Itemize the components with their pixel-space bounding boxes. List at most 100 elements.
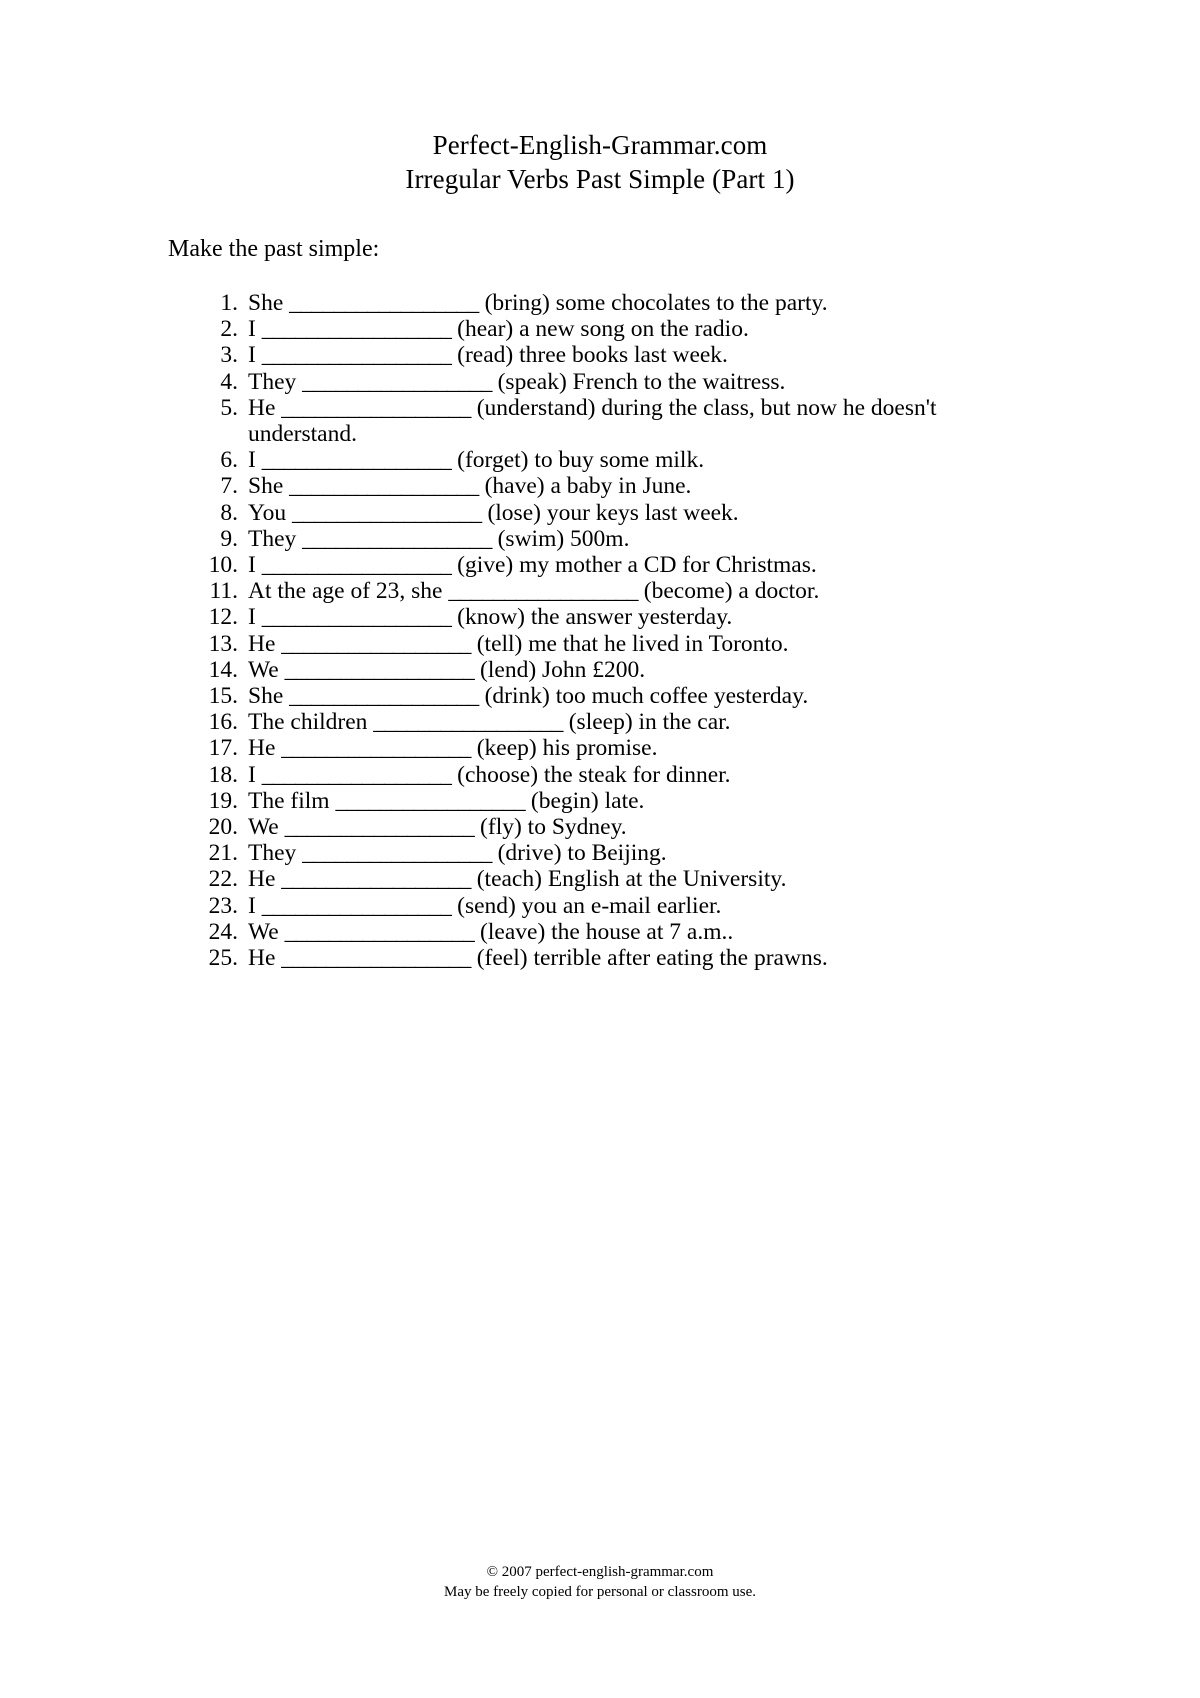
item-text: You _________________ (lose) your keys l… [248,500,1050,526]
answer-blank[interactable]: _________________ [285,919,475,945]
answer-blank[interactable]: _________________ [262,316,452,342]
item-text: She _________________ (bring) some choco… [248,290,1050,316]
item-text: They _________________ (drive) to Beijin… [248,840,1050,866]
item-number: 7. [220,473,238,500]
item-prompt: (teach) English at the University. [470,866,787,893]
item-text: I _________________ (read) three books l… [248,342,1050,368]
item-text: I _________________ (send) you an e-mail… [248,893,1050,919]
item-subject: We [248,656,285,683]
exercise-item: 8. You _________________ (lose) your keys… [0,500,1200,526]
answer-blank[interactable]: _________________ [335,788,525,814]
answer-blank[interactable]: _________________ [281,631,471,657]
item-text: I _________________ (hear) a new song on… [248,316,1050,342]
document-header: Perfect-English-Grammar.com Irregular Ve… [0,0,1200,196]
answer-blank[interactable]: _________________ [262,552,452,578]
item-number: 20. [208,814,238,841]
item-number: 6. [220,447,238,474]
answer-blank[interactable]: _________________ [302,369,492,395]
item-text: She _________________ (drink) too much c… [248,683,1050,709]
answer-blank[interactable]: _________________ [289,290,479,316]
item-prompt: (forget) to buy some milk. [451,447,705,474]
answer-blank[interactable]: _________________ [262,447,452,473]
item-text: He _________________ (keep) his promise. [248,735,1050,761]
item-subject: I [248,552,262,579]
answer-blank[interactable]: _________________ [281,945,471,971]
item-subject: He [248,945,282,972]
item-text: We _________________ (fly) to Sydney. [248,814,1050,840]
exercise-item: 4. They _________________ (speak) French … [0,369,1200,395]
answer-blank[interactable]: _________________ [302,526,492,552]
answer-blank[interactable]: _________________ [262,762,452,788]
item-number: 22. [208,866,238,893]
item-subject: They [248,840,303,867]
item-prompt: (drink) too much coffee yesterday. [478,683,809,710]
item-number: 2. [220,316,238,343]
item-subject: He [248,735,282,762]
item-text: They _________________ (speak) French to… [248,369,1050,395]
item-subject: We [248,918,285,945]
item-subject: He [248,394,282,421]
item-text: I _________________ (know) the answer ye… [248,604,1050,630]
item-number: 5. [220,394,238,421]
item-prompt: (begin) late. [525,787,645,814]
answer-blank[interactable]: _________________ [302,840,492,866]
item-number: 21. [208,840,238,867]
item-prompt: (become) a doctor. [637,578,820,605]
answer-blank[interactable]: _________________ [281,866,471,892]
item-number: 9. [220,525,238,552]
answer-blank[interactable]: _________________ [289,683,479,709]
item-prompt: (feel) terrible after eating the prawns. [470,945,828,972]
item-prompt: (know) the answer yesterday. [451,604,733,631]
answer-blank[interactable]: _________________ [373,709,563,735]
answer-blank[interactable]: _________________ [262,604,452,630]
item-text: The children _________________ (sleep) i… [248,709,1050,735]
item-text: I _________________ (choose) the steak f… [248,762,1050,788]
item-subject: They [248,368,303,395]
item-text: We _________________ (lend) John £200. [248,657,1050,683]
item-subject: You [248,499,292,526]
answer-blank[interactable]: _________________ [285,657,475,683]
item-subject: The film [248,787,336,814]
item-subject: He [248,866,282,893]
item-number: 8. [220,499,238,526]
item-subject: He [248,630,282,657]
answer-blank[interactable]: _________________ [292,500,482,526]
item-text: He _________________ (feel) terrible aft… [248,945,1050,971]
item-number: 24. [208,918,238,945]
item-prompt: (lose) your keys last week. [481,499,739,526]
exercise-item: 9. They _________________ (swim) 500m. [0,526,1200,552]
exercise-item: 13. He _________________ (tell) me that h… [0,631,1200,657]
answer-blank[interactable]: _________________ [281,395,471,421]
item-number: 13. [208,630,238,657]
answer-blank[interactable]: _________________ [281,735,471,761]
exercise-item: 23. I _________________ (send) you an e-m… [0,893,1200,919]
exercise-item: 21. They _________________ (drive) to Bei… [0,840,1200,866]
item-prompt: (fly) to Sydney. [474,814,627,841]
item-prompt: (speak) French to the waitress. [491,368,786,395]
worksheet-title: Irregular Verbs Past Simple (Part 1) [405,164,795,194]
exercise-item: 19. The film _________________ (begin) la… [0,788,1200,814]
answer-blank[interactable]: _________________ [448,578,638,604]
answer-blank[interactable]: _________________ [262,342,452,368]
item-prompt: (drive) to Beijing. [491,840,667,867]
exercise-item: 20. We _________________ (fly) to Sydney. [0,814,1200,840]
item-prompt: (tell) me that he lived in Toronto. [470,630,789,657]
item-subject: She [248,473,290,500]
copyright-notice: © 2007 perfect-english-grammar.com [486,1564,714,1580]
item-text: They _________________ (swim) 500m. [248,526,1050,552]
item-prompt: (swim) 500m. [491,525,630,552]
item-subject: She [248,683,290,710]
answer-blank[interactable]: _________________ [289,473,479,499]
answer-blank[interactable]: _________________ [262,893,452,919]
item-number: 10. [208,552,238,579]
exercise-item: 16. The children _________________ (sleep… [0,709,1200,735]
item-subject: I [248,761,262,788]
worksheet-page: Perfect-English-Grammar.com Irregular Ve… [0,0,1200,1698]
item-prompt: (give) my mother a CD for Christmas. [451,552,817,579]
answer-blank[interactable]: _________________ [285,814,475,840]
item-subject: The children [248,709,374,736]
exercise-item: 2. I _________________ (hear) a new song … [0,316,1200,342]
item-number: 15. [208,683,238,710]
exercise-item: 10. I _________________ (give) my mother … [0,552,1200,578]
item-number: 3. [220,342,238,369]
